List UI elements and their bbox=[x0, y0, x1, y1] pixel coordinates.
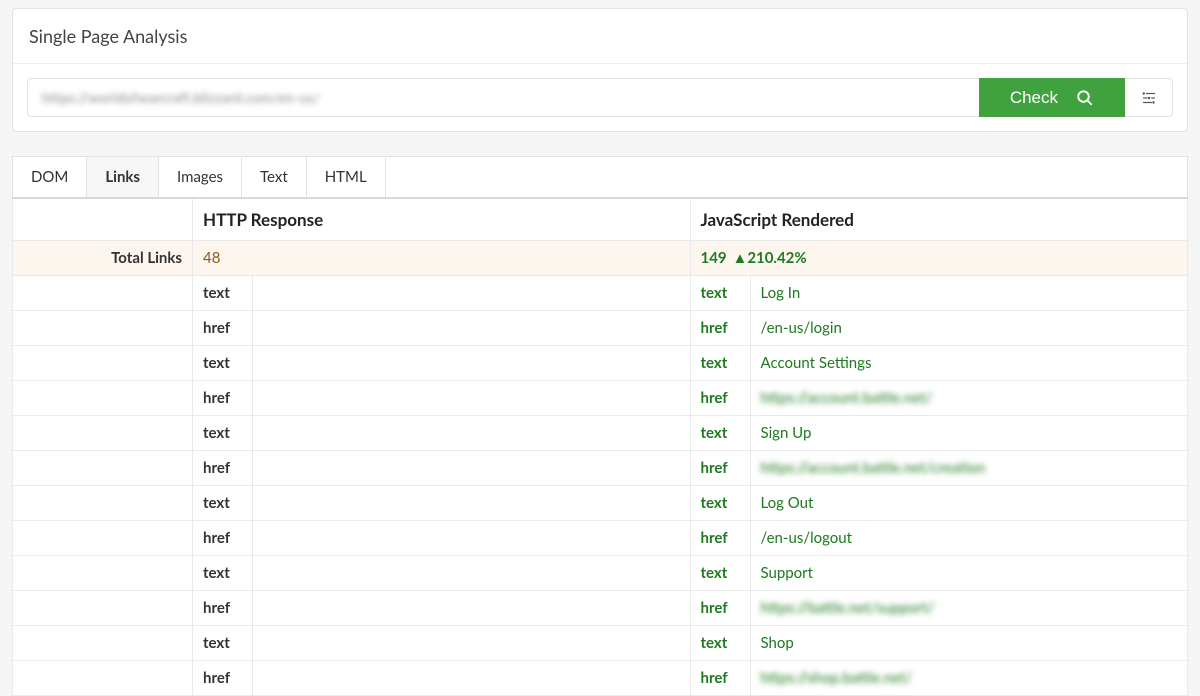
row-value-js: Shop bbox=[750, 626, 1188, 661]
row-value-http bbox=[253, 626, 691, 661]
row-value-js: Sign Up bbox=[750, 416, 1188, 451]
row-key-js: href bbox=[690, 521, 750, 556]
check-button-label: Check bbox=[1010, 88, 1058, 108]
row-key-http: text bbox=[193, 346, 253, 381]
row-label-empty bbox=[13, 626, 193, 661]
tab-dom[interactable]: DOM bbox=[13, 157, 87, 197]
row-key-js: text bbox=[690, 276, 750, 311]
settings-icon bbox=[1140, 89, 1158, 107]
row-key-http: href bbox=[193, 381, 253, 416]
table-row: href href/en-us/login bbox=[13, 311, 1188, 346]
totals-js-value: 149 bbox=[701, 249, 727, 267]
row-label-empty bbox=[13, 311, 193, 346]
row-value-js: https://account.battle.net/creation bbox=[750, 451, 1188, 486]
row-value-http bbox=[253, 311, 691, 346]
row-value-js: /en-us/logout bbox=[750, 521, 1188, 556]
row-value-js: Support bbox=[750, 556, 1188, 591]
row-value-http bbox=[253, 591, 691, 626]
row-key-js: href bbox=[690, 451, 750, 486]
tabs: DOMLinksImagesTextHTML bbox=[12, 156, 1188, 197]
row-key-http: text bbox=[193, 276, 253, 311]
url-row: https://worldofwarcraft.blizzard.com/en-… bbox=[13, 64, 1187, 131]
url-input[interactable]: https://worldofwarcraft.blizzard.com/en-… bbox=[27, 78, 979, 117]
totals-label: Total Links bbox=[13, 241, 193, 276]
results-table: HTTP Response JavaScript Rendered Total … bbox=[12, 197, 1188, 696]
row-label-empty bbox=[13, 556, 193, 591]
panel-title: Single Page Analysis bbox=[13, 9, 1187, 64]
row-key-http: href bbox=[193, 591, 253, 626]
totals-row: Total Links 48 149 ▲210.42% bbox=[13, 241, 1188, 276]
row-label-empty bbox=[13, 591, 193, 626]
tab-links[interactable]: Links bbox=[87, 157, 159, 197]
search-icon bbox=[1076, 89, 1094, 107]
settings-button[interactable] bbox=[1125, 78, 1173, 117]
delta-pct: 210.42% bbox=[747, 249, 806, 267]
row-value-http bbox=[253, 416, 691, 451]
row-label-empty bbox=[13, 346, 193, 381]
row-value-http bbox=[253, 556, 691, 591]
row-key-js: href bbox=[690, 311, 750, 346]
table-row: texttextLog In bbox=[13, 276, 1188, 311]
row-value-http bbox=[253, 451, 691, 486]
table-row: hrefhrefhttps://account.battle.net/ bbox=[13, 381, 1188, 416]
row-key-js: text bbox=[690, 556, 750, 591]
row-value-js: https://shop.battle.net/ bbox=[750, 661, 1188, 696]
table-row: texttextLog Out bbox=[13, 486, 1188, 521]
table-row: texttextSupport bbox=[13, 556, 1188, 591]
totals-delta: ▲210.42% bbox=[732, 249, 806, 267]
row-value-js: https://account.battle.net/ bbox=[750, 381, 1188, 416]
row-key-http: href bbox=[193, 521, 253, 556]
row-label-empty bbox=[13, 416, 193, 451]
table-row: texttextSign Up bbox=[13, 416, 1188, 451]
col-header-http: HTTP Response bbox=[193, 198, 691, 241]
row-value-js: Log Out bbox=[750, 486, 1188, 521]
row-value-http bbox=[253, 381, 691, 416]
row-label-empty bbox=[13, 381, 193, 416]
analysis-panel: Single Page Analysis https://worldofwarc… bbox=[12, 8, 1188, 132]
row-key-js: text bbox=[690, 626, 750, 661]
table-row: hrefhrefhttps://shop.battle.net/ bbox=[13, 661, 1188, 696]
row-label-empty bbox=[13, 451, 193, 486]
url-input-value: https://worldofwarcraft.blizzard.com/en-… bbox=[42, 89, 320, 106]
row-key-js: href bbox=[690, 381, 750, 416]
row-value-js: Account Settings bbox=[750, 346, 1188, 381]
table-row: hrefhrefhttps://account.battle.net/creat… bbox=[13, 451, 1188, 486]
row-value-http bbox=[253, 486, 691, 521]
row-key-js: text bbox=[690, 416, 750, 451]
row-value-http bbox=[253, 346, 691, 381]
row-key-js: href bbox=[690, 591, 750, 626]
totals-http-value: 48 bbox=[203, 249, 220, 267]
row-value-http bbox=[253, 276, 691, 311]
table-header-row: HTTP Response JavaScript Rendered bbox=[13, 198, 1188, 241]
tab-images[interactable]: Images bbox=[159, 157, 242, 197]
row-key-http: text bbox=[193, 416, 253, 451]
row-value-js: Log In bbox=[750, 276, 1188, 311]
tab-text[interactable]: Text bbox=[242, 157, 307, 197]
row-value-http bbox=[253, 521, 691, 556]
table-row: hrefhrefhttps://battle.net/support/ bbox=[13, 591, 1188, 626]
row-label-empty bbox=[13, 661, 193, 696]
table-row: texttextAccount Settings bbox=[13, 346, 1188, 381]
row-key-js: text bbox=[690, 486, 750, 521]
row-key-http: text bbox=[193, 556, 253, 591]
row-key-http: href bbox=[193, 451, 253, 486]
row-label-empty bbox=[13, 521, 193, 556]
row-label-empty bbox=[13, 276, 193, 311]
row-value-js: /en-us/login bbox=[750, 311, 1188, 346]
table-row: texttextShop bbox=[13, 626, 1188, 661]
row-key-js: text bbox=[690, 346, 750, 381]
table-row: href href/en-us/logout bbox=[13, 521, 1188, 556]
tab-html[interactable]: HTML bbox=[307, 157, 386, 197]
delta-arrow-icon: ▲ bbox=[732, 249, 747, 267]
row-label-empty bbox=[13, 486, 193, 521]
col-header-js: JavaScript Rendered bbox=[690, 198, 1188, 241]
row-key-http: href bbox=[193, 661, 253, 696]
row-key-http: text bbox=[193, 626, 253, 661]
row-key-http: text bbox=[193, 486, 253, 521]
row-value-js: https://battle.net/support/ bbox=[750, 591, 1188, 626]
check-button[interactable]: Check bbox=[979, 78, 1125, 117]
row-key-http: href bbox=[193, 311, 253, 346]
row-value-http bbox=[253, 661, 691, 696]
row-key-js: href bbox=[690, 661, 750, 696]
